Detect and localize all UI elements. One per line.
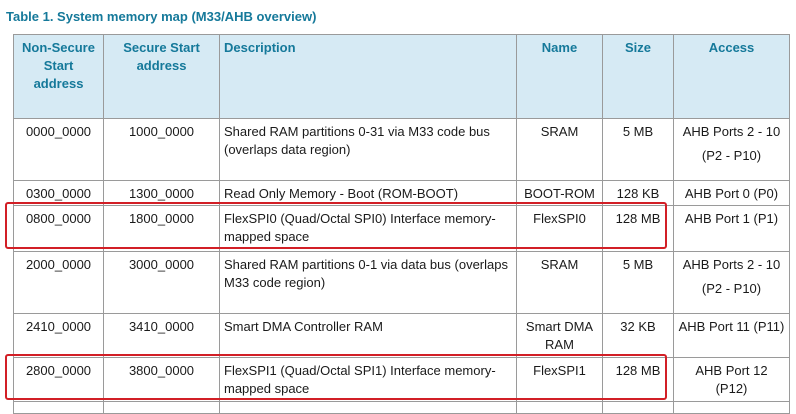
cell-name: FlexSPI0: [516, 205, 603, 252]
header-row: Non-Secure Start address Secure Start ad…: [13, 34, 790, 119]
memory-map-table: Non-Secure Start address Secure Start ad…: [13, 34, 790, 414]
cell-description: FlexSPI0 (Quad/Octal SPI0) Interface mem…: [219, 205, 517, 252]
header-name: Name: [516, 34, 603, 119]
cell-nonsecure: 2800_0000: [13, 357, 104, 402]
table-row: 0300_0000 1300_0000 Read Only Memory - B…: [13, 180, 790, 206]
header-size: Size: [602, 34, 674, 119]
cell-access-main: AHB Ports 2 - 10: [682, 124, 781, 139]
cell-secure: 3800_0000: [103, 357, 220, 402]
cell-name: Smart DMA RAM: [516, 313, 603, 358]
header-description: Description: [219, 34, 517, 119]
cell-access: AHB Port 12 (P12): [673, 357, 790, 402]
cell-name: SRAM: [516, 118, 603, 181]
cell-size: 128 KB: [602, 180, 674, 206]
cell-nonsecure: 2000_0000: [13, 251, 104, 314]
cell-size: 32 KB: [602, 313, 674, 358]
cell-nonsecure: 0000_0000: [13, 118, 104, 181]
cell-nonsecure: 0300_0000: [13, 180, 104, 206]
table-row: 2800_0000 3800_0000 FlexSPI1 (Quad/Octal…: [13, 357, 790, 402]
header-nonsecure: Non-Secure Start address: [13, 34, 104, 119]
table-row: 0800_0000 1800_0000 FlexSPI0 (Quad/Octal…: [13, 205, 790, 252]
cell-access: AHB Port 0 (P0): [673, 180, 790, 206]
table-row: 0000_0000 1000_0000 Shared RAM partition…: [13, 118, 790, 181]
cell-secure: 1000_0000: [103, 118, 220, 181]
cell-access: AHB Port 11 (P11): [673, 313, 790, 358]
cell-description: Smart DMA Controller RAM: [219, 313, 517, 358]
cell-secure: 1800_0000: [103, 205, 220, 252]
cell-access: AHB Port 1 (P1): [673, 205, 790, 252]
header-secure: Secure Start address: [103, 34, 220, 119]
cell-secure: 3410_0000: [103, 313, 220, 358]
cell-access-sub: (P2 - P10): [701, 148, 762, 163]
cell-name: FlexSPI1: [516, 357, 603, 402]
cell-secure: 3000_0000: [103, 251, 220, 314]
cell-name: SRAM: [516, 251, 603, 314]
cell-description: Read Only Memory - Boot (ROM-BOOT): [219, 180, 517, 206]
cell-nonsecure: 2410_0000: [13, 313, 104, 358]
cell-size: 128 MB: [602, 205, 674, 252]
cell-access: AHB Ports 2 - 10 (P2 - P10): [673, 118, 790, 181]
cell-description: FlexSPI1 (Quad/Octal SPI1) Interface mem…: [219, 357, 517, 402]
table-row: 2410_0000 3410_0000 Smart DMA Controller…: [13, 313, 790, 358]
cell-access-main: AHB Ports 2 - 10: [682, 257, 781, 272]
cell-secure: 1300_0000: [103, 180, 220, 206]
cell-nonsecure: 0800_0000: [13, 205, 104, 252]
cell-size: 5 MB: [602, 251, 674, 314]
cell-size: 128 MB: [602, 357, 674, 402]
table-row: 2000_0000 3000_0000 Shared RAM partition…: [13, 251, 790, 314]
cell-description: Shared RAM partitions 0-31 via M33 code …: [219, 118, 517, 181]
table-caption: Table 1. System memory map (M33/AHB over…: [6, 9, 317, 24]
cell-size: 5 MB: [602, 118, 674, 181]
header-access: Access: [673, 34, 790, 119]
cell-name: BOOT-ROM: [516, 180, 603, 206]
cell-access-sub: (P2 - P10): [701, 281, 762, 296]
table-row-partial: [13, 401, 790, 414]
cell-access: AHB Ports 2 - 10 (P2 - P10): [673, 251, 790, 314]
cell-description: Shared RAM partitions 0-1 via data bus (…: [219, 251, 517, 314]
